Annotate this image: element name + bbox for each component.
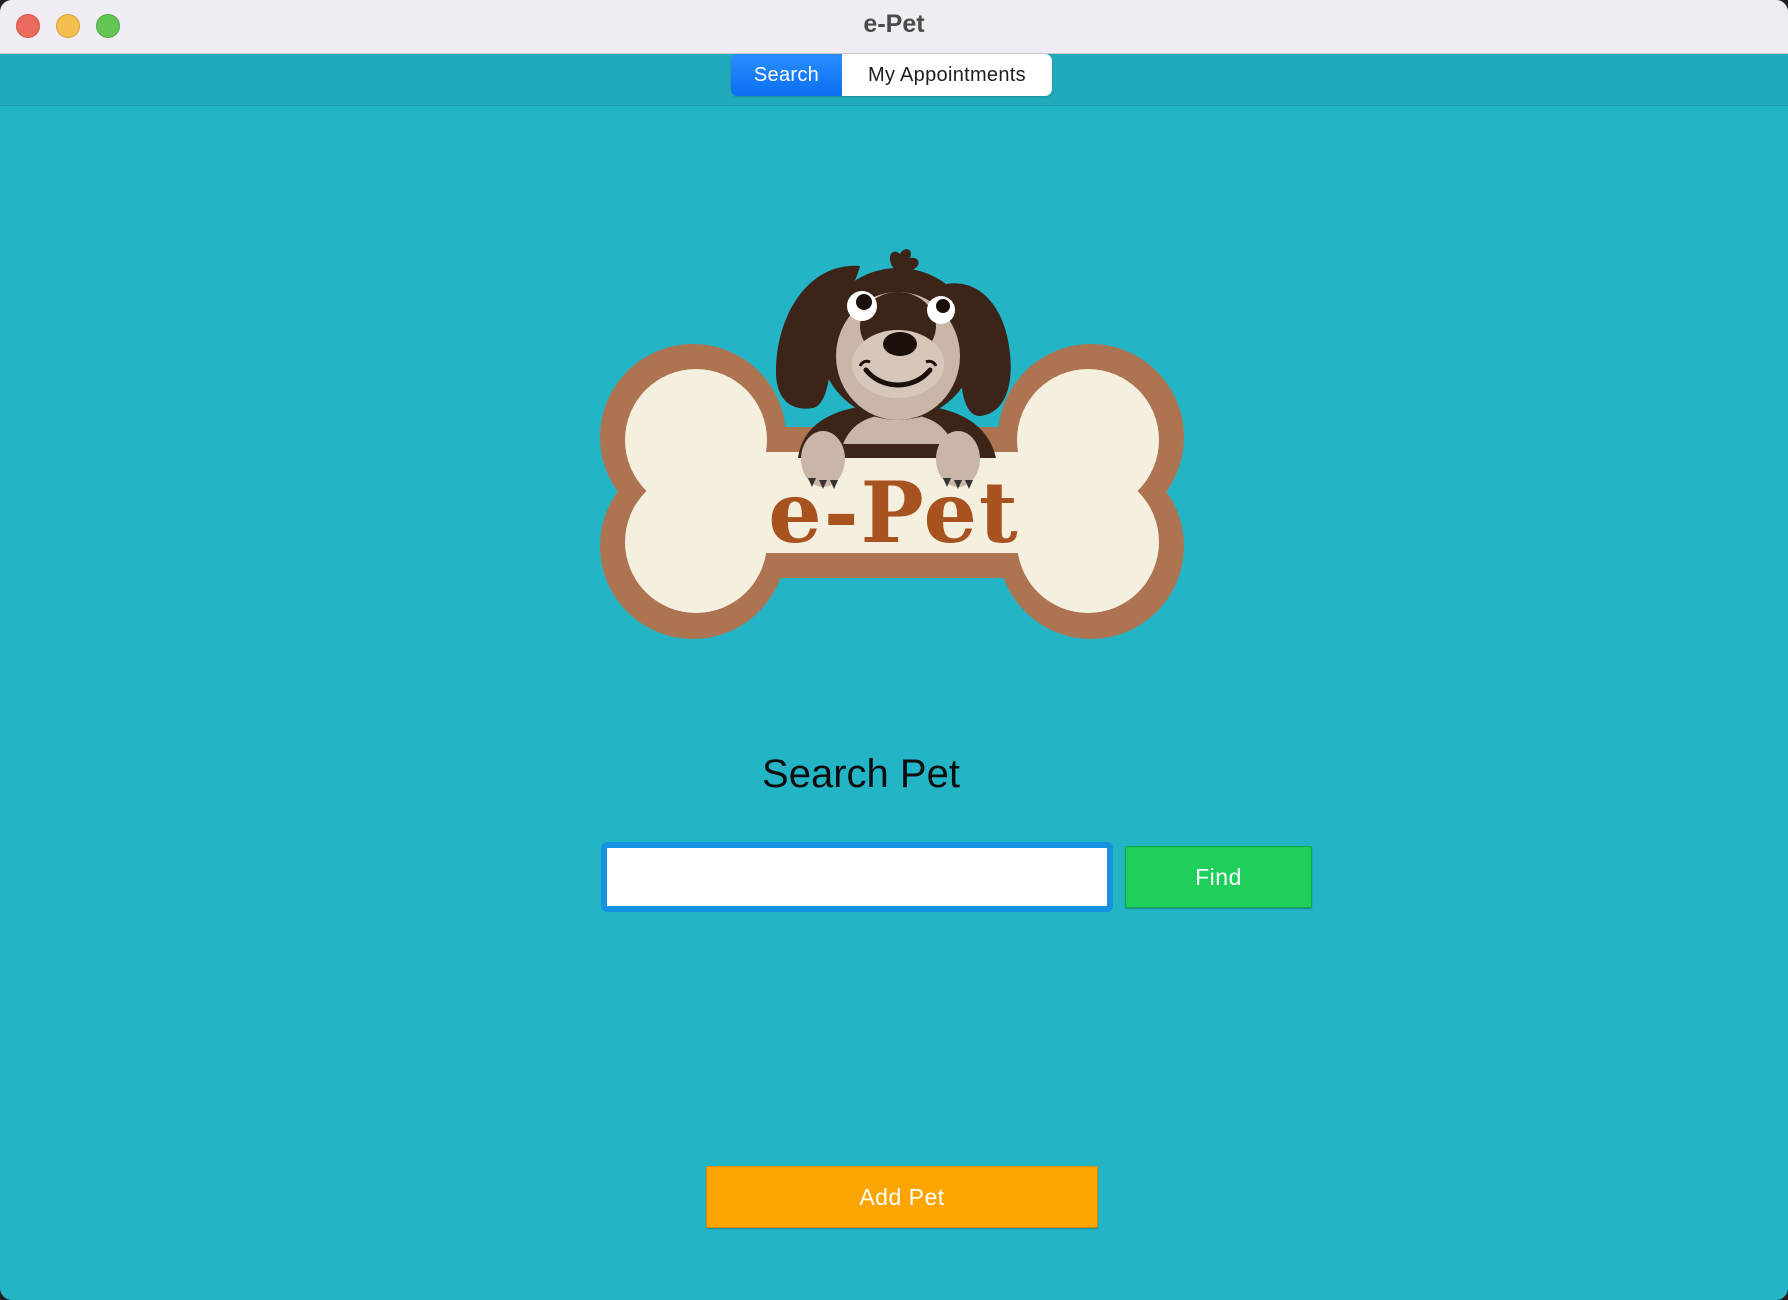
tab-bar: Search My Appointments — [731, 54, 1052, 96]
tab-search[interactable]: Search — [731, 54, 842, 96]
tab-my-appointments[interactable]: My Appointments — [842, 54, 1052, 96]
add-pet-button[interactable]: Add Pet — [706, 1166, 1098, 1228]
logo-text: e-Pet — [768, 463, 1019, 562]
window-title: e-Pet — [863, 10, 925, 38]
search-input[interactable] — [601, 842, 1113, 912]
search-pet-title: Search Pet — [762, 752, 960, 796]
app-window: e-Pet Search My Appointments e-Pet Searc… — [0, 0, 1788, 1300]
find-button[interactable]: Find — [1125, 846, 1312, 908]
dog-on-bone-logo: e-Pet — [598, 244, 1186, 640]
title-bar: e-Pet — [0, 0, 1788, 54]
